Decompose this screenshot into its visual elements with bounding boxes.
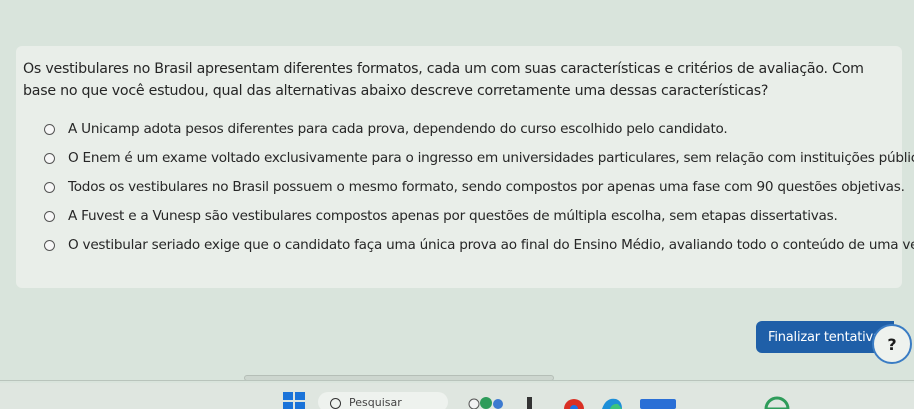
app-icon[interactable] xyxy=(764,395,790,409)
search-label: Pesquisar xyxy=(349,395,402,409)
question-card: Os vestibulares no Brasil apresentam dif… xyxy=(16,46,914,288)
question-text: Os vestibulares no Brasil apresentam dif… xyxy=(23,61,864,99)
radio-button-4[interactable] xyxy=(44,210,55,222)
radio-button-5[interactable] xyxy=(44,239,55,251)
help-button[interactable]: ? xyxy=(872,324,912,364)
taskbar-divider xyxy=(0,380,914,381)
radio-button-1[interactable] xyxy=(44,123,55,135)
answer-option-label: O vestibular seriado exige que o candida… xyxy=(68,237,914,253)
start-icon-tile xyxy=(295,392,305,400)
answer-option-5[interactable]: O vestibular seriado exige que o candida… xyxy=(44,235,914,255)
edge-icon[interactable] xyxy=(600,395,624,409)
chrome-icon[interactable] xyxy=(562,395,586,409)
radio-button-3[interactable] xyxy=(44,181,55,193)
windows-start-icon[interactable] xyxy=(283,392,305,409)
radio-button-2[interactable] xyxy=(44,152,55,164)
quiz-page: Os vestibulares no Brasil apresentam dif… xyxy=(0,0,914,409)
start-icon-tile xyxy=(295,401,305,409)
widgets-icon[interactable] xyxy=(468,395,512,409)
answer-option-2[interactable]: O Enem é um exame voltado exclusivamente… xyxy=(44,148,914,168)
taskbar-search-box[interactable]: Pesquisar xyxy=(318,392,448,409)
explorer-icon[interactable] xyxy=(640,395,676,409)
answer-option-label: Todos os vestibulares no Brasil possuem … xyxy=(68,179,905,195)
answer-option-1[interactable]: A Unicamp adota pesos diferentes para ca… xyxy=(44,119,728,139)
answer-option-label: A Unicamp adota pesos diferentes para ca… xyxy=(68,121,728,137)
answer-option-label: A Fuvest e a Vunesp são vestibulares com… xyxy=(68,208,838,224)
start-icon-tile xyxy=(283,401,293,409)
search-icon xyxy=(330,397,341,409)
answer-option-label: O Enem é um exame voltado exclusivamente… xyxy=(68,150,914,166)
task-view-icon[interactable] xyxy=(526,395,534,409)
answer-option-4[interactable]: A Fuvest e a Vunesp são vestibulares com… xyxy=(44,206,838,226)
taskbar: Pesquisar xyxy=(0,383,914,409)
start-icon-tile xyxy=(283,392,293,400)
answer-option-3[interactable]: Todos os vestibulares no Brasil possuem … xyxy=(44,177,905,197)
